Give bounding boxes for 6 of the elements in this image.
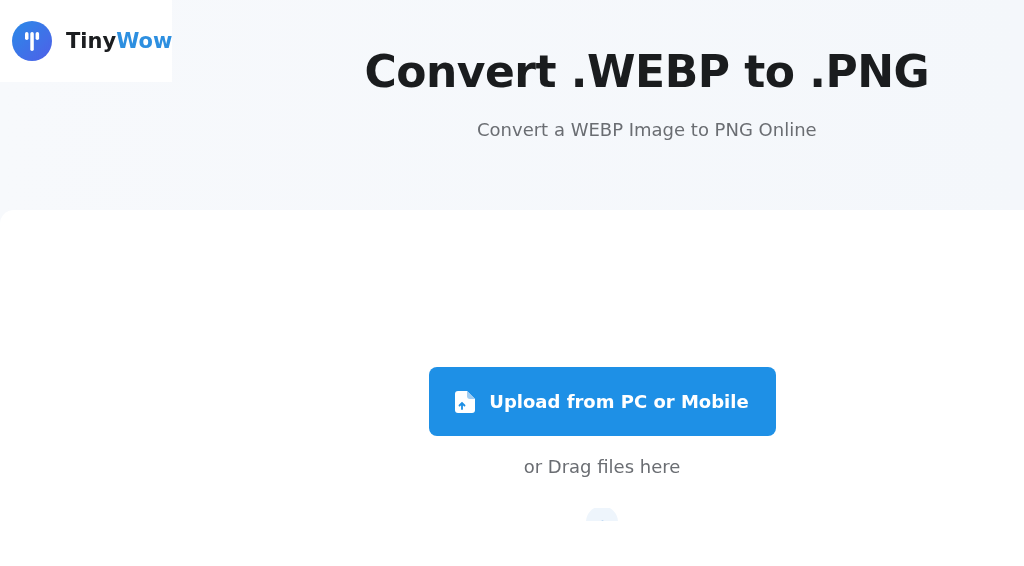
page-title: Convert .WEBP to .PNG <box>364 46 930 97</box>
file-upload-icon <box>455 390 476 413</box>
page-subtitle: Convert a WEBP Image to PNG Online <box>477 119 817 140</box>
drag-hint: or Drag files here <box>523 456 681 477</box>
logo-wordmark[interactable]: TinyWow <box>66 29 173 53</box>
logo-icon <box>12 21 52 61</box>
